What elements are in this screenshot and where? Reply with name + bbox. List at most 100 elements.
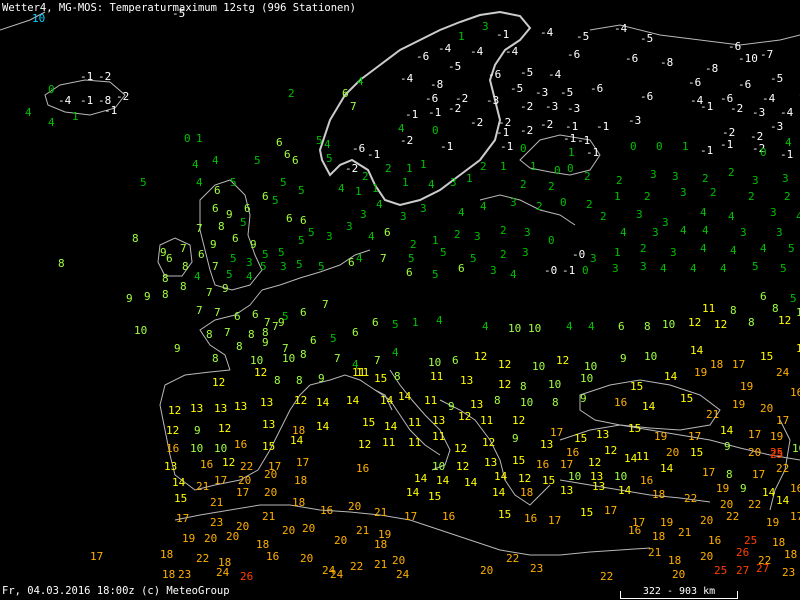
station-value: 17: [404, 510, 417, 523]
station-value: 16: [640, 474, 653, 487]
station-value: -1: [440, 140, 453, 153]
station-value: 5: [470, 252, 477, 265]
station-value: 16: [442, 510, 455, 523]
station-value: 17: [790, 510, 800, 523]
station-value: 8: [494, 394, 501, 407]
station-value: 12: [714, 318, 727, 331]
station-value: 8: [132, 232, 139, 245]
station-value: -4: [505, 45, 519, 58]
station-value: 6: [212, 202, 219, 215]
station-value: 0: [432, 124, 439, 137]
station-value: 9: [724, 440, 731, 453]
station-value: 2: [584, 170, 591, 183]
station-value: 2: [410, 238, 417, 251]
station-value: 18: [292, 496, 305, 509]
station-value: 6: [284, 148, 291, 161]
station-value: 3: [524, 226, 531, 239]
station-value: 17: [90, 550, 103, 563]
station-value: 21: [374, 558, 387, 571]
station-value: 6: [458, 262, 465, 275]
station-value: 2: [536, 200, 543, 213]
station-value: 6: [234, 310, 241, 323]
map-footer: Fr, 04.03.2016 18:00z (c) MeteoGroup: [2, 585, 230, 597]
station-value: 12: [474, 350, 487, 363]
station-value: 3: [636, 208, 643, 221]
station-value: 14: [660, 462, 674, 475]
station-value: 21: [196, 480, 209, 493]
station-value: -6: [416, 50, 429, 63]
station-value: -1: [700, 144, 713, 157]
station-value: 6: [310, 334, 317, 347]
station-value: -5: [520, 66, 533, 79]
station-value: 2: [586, 198, 593, 211]
station-value: 1: [406, 162, 413, 175]
station-value: 14: [316, 420, 330, 433]
station-value: 10: [190, 442, 203, 455]
station-value: 18: [652, 488, 665, 501]
station-value: 1: [196, 132, 203, 145]
station-value: 3: [740, 226, 747, 239]
station-value: 7: [196, 222, 203, 235]
station-value: 1: [372, 182, 379, 195]
station-value: 4: [192, 158, 199, 171]
station-value: 2: [500, 224, 507, 237]
station-value: 1: [614, 246, 621, 259]
station-value: 24: [396, 568, 410, 581]
station-value: 15: [428, 490, 441, 503]
station-value: 9: [250, 238, 257, 251]
station-value: 12: [254, 366, 267, 379]
station-value: 6: [292, 154, 299, 167]
station-value: 14: [492, 486, 506, 499]
station-value: 16: [266, 550, 279, 563]
station-value: 15: [374, 372, 387, 385]
station-value: 15: [498, 508, 511, 521]
station-value: 5: [790, 292, 797, 305]
station-value: 9: [278, 316, 285, 329]
station-value: 15: [174, 492, 187, 505]
station-value: 8: [552, 396, 559, 409]
station-value: 5: [140, 176, 147, 189]
station-value: 4: [702, 224, 709, 237]
station-value: 5: [272, 194, 279, 207]
station-value: 10: [282, 352, 295, 365]
station-value: 18: [160, 548, 173, 561]
station-value: 12: [222, 456, 235, 469]
station-value: -2: [98, 70, 111, 83]
station-value: -4: [470, 45, 484, 58]
station-value: 13: [540, 438, 553, 451]
station-value: -4: [438, 42, 452, 55]
station-value: 6: [166, 252, 173, 265]
station-value: 15: [628, 422, 641, 435]
station-value: 8: [394, 370, 401, 383]
station-value: 1: [412, 316, 419, 329]
station-value: 3: [652, 226, 659, 239]
station-value: 4: [730, 244, 737, 257]
station-value: 21: [706, 408, 719, 421]
station-value: 9: [222, 282, 229, 295]
station-value: 4: [760, 242, 767, 255]
station-value: 20: [700, 514, 713, 527]
station-value: -4: [548, 68, 562, 81]
station-value: -1: [496, 28, 509, 41]
station-value: 25: [714, 564, 727, 577]
station-value: 4: [436, 314, 443, 327]
station-value: 20: [264, 486, 277, 499]
station-value: -2: [400, 134, 413, 147]
station-value: 16: [790, 482, 800, 495]
station-value: 12: [358, 438, 371, 451]
station-value: 6: [342, 87, 349, 100]
station-value: -6: [352, 142, 365, 155]
station-value: 4: [368, 230, 375, 243]
station-value: 4: [700, 206, 707, 219]
station-value: -7: [760, 48, 773, 61]
station-value: 19: [660, 516, 673, 529]
station-value: -3: [545, 100, 558, 113]
station-value: -1: [700, 100, 713, 113]
station-value: 8: [162, 272, 169, 285]
station-value: 20: [264, 468, 277, 481]
station-value: 5: [280, 176, 287, 189]
station-value: 12: [512, 414, 525, 427]
station-value: 1: [614, 190, 621, 203]
station-value: 2: [748, 190, 755, 203]
station-value: -1: [780, 148, 793, 161]
